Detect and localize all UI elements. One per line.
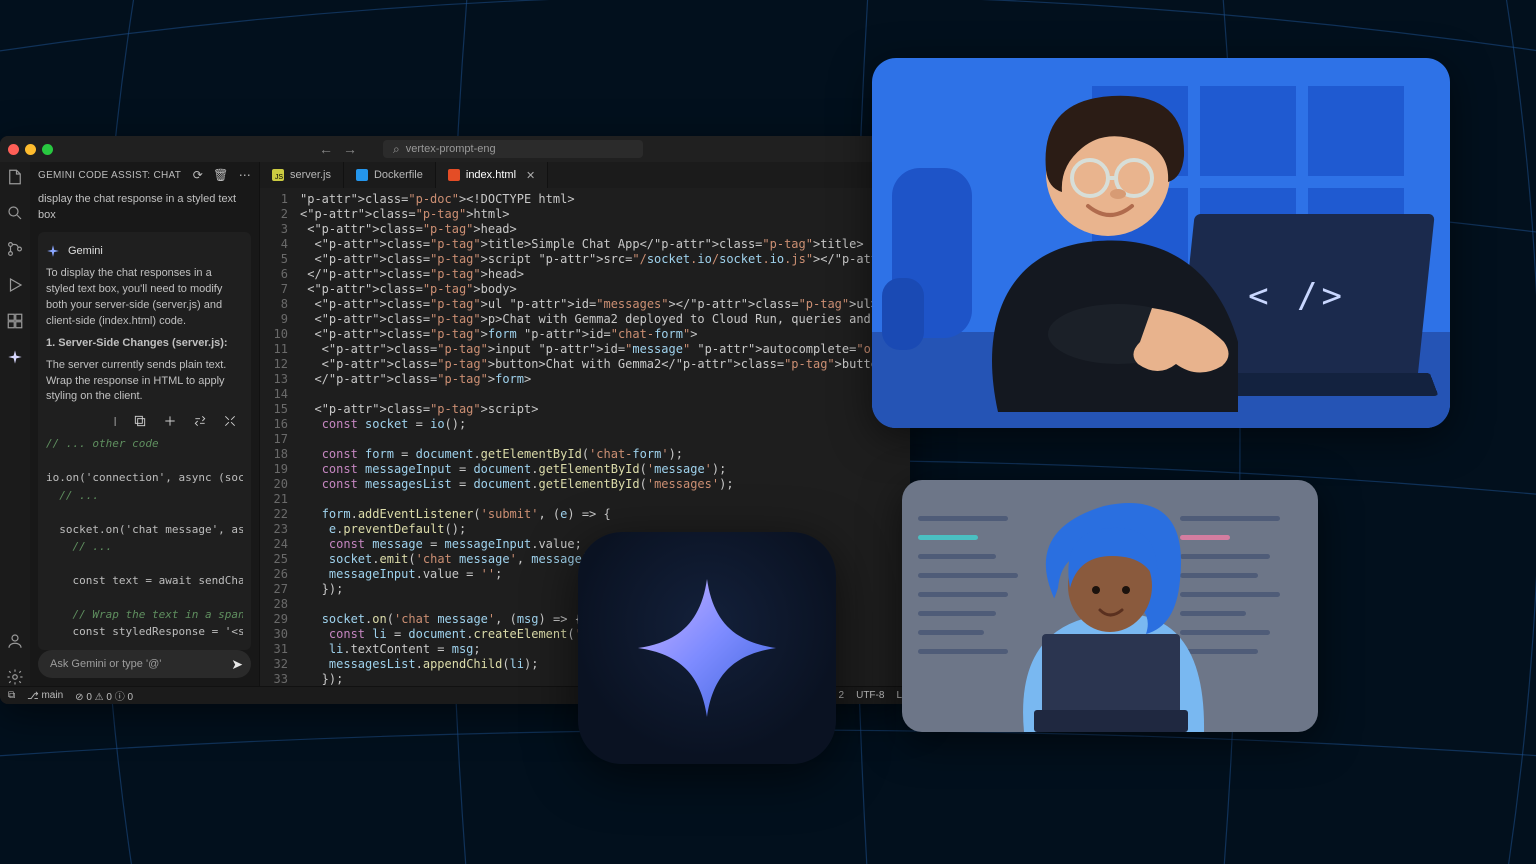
problems-indicator[interactable]: ⊘ 0 ⚠ 0 ⓘ 0 <box>75 688 133 703</box>
gemini-chat-panel: GEMINI CODE ASSIST: CHAT ⟳ 🗑 ⋯ display t… <box>30 162 260 686</box>
tab-label: index.html <box>466 169 516 181</box>
gemini-sparkle-large-icon <box>632 573 782 723</box>
activity-bar <box>0 162 30 686</box>
nav-forward-icon[interactable]: → <box>343 141 357 157</box>
tab-close-icon[interactable]: ✕ <box>526 169 535 182</box>
search-placeholder: vertex-prompt-eng <box>406 143 496 155</box>
sparkle-icon <box>46 244 60 258</box>
run-debug-icon[interactable] <box>6 276 24 294</box>
assistant-header: Gemini <box>46 244 243 258</box>
titlebar: ← → vertex-prompt-eng <box>0 136 910 162</box>
status-encoding[interactable]: UTF-8 <box>856 690 884 701</box>
gemini-app-tile <box>578 532 836 764</box>
window-close-icon[interactable] <box>8 144 19 155</box>
trash-icon[interactable]: 🗑 <box>213 168 229 182</box>
status-right-1: 2 <box>839 690 845 701</box>
tab-index-html[interactable]: index.html ✕ <box>436 162 548 188</box>
assistant-p1: To display the chat responses in a style… <box>46 266 243 330</box>
assistant-p2: The server currently sends plain text. W… <box>46 358 243 406</box>
extensions-icon[interactable] <box>6 312 24 330</box>
more-icon[interactable]: ⋯ <box>239 168 251 182</box>
gemini-sparkle-icon[interactable] <box>6 348 24 366</box>
copy-icon[interactable] <box>133 413 147 429</box>
send-icon[interactable]: ➤ <box>231 656 243 673</box>
command-search[interactable]: vertex-prompt-eng <box>383 140 643 158</box>
assistant-code-block: // ... other code io.on('connection', as… <box>46 435 243 640</box>
account-icon[interactable] <box>6 632 24 650</box>
tab-label: Dockerfile <box>374 169 423 181</box>
settings-icon[interactable] <box>6 668 24 686</box>
illustration-developer-1: < /> <box>872 58 1450 428</box>
window-zoom-icon[interactable] <box>42 144 53 155</box>
nav-arrows: ← → <box>319 141 357 157</box>
js-file-icon <box>272 169 284 181</box>
assistant-h1: 1. Server-Side Changes (server.js): <box>46 336 243 352</box>
code-toolstrip: I <box>46 411 243 429</box>
insert-icon[interactable] <box>163 413 177 429</box>
laptop2-illustration <box>1034 642 1188 732</box>
tab-label: server.js <box>290 169 331 181</box>
source-control-icon[interactable] <box>6 240 24 258</box>
search-icon[interactable] <box>6 204 24 222</box>
branch-indicator[interactable]: ⎇ main <box>27 690 63 701</box>
gutter: 1234567891011121314151617181920212223242… <box>260 188 296 686</box>
illustration-developer-2 <box>902 480 1318 732</box>
expand-icon[interactable] <box>223 413 237 429</box>
tab-server-js[interactable]: server.js <box>260 162 344 188</box>
nav-back-icon[interactable]: ← <box>319 141 333 157</box>
html-file-icon <box>448 169 460 181</box>
dk-file-icon <box>356 169 368 181</box>
panel-title: GEMINI CODE ASSIST: CHAT <box>38 170 181 181</box>
chat-input[interactable]: Ask Gemini or type '@' ➤ <box>38 650 251 678</box>
refresh-icon[interactable]: ⟳ <box>193 168 203 182</box>
editor-tabs: server.js Dockerfile index.html ✕ <box>260 162 910 188</box>
user-prompt: display the chat response in a styled te… <box>38 192 251 224</box>
chat-input-placeholder: Ask Gemini or type '@' <box>50 658 161 670</box>
person-illustration <box>968 82 1268 412</box>
tab-Dockerfile[interactable]: Dockerfile <box>344 162 436 188</box>
remote-icon[interactable]: ⧉ <box>8 690 15 701</box>
window-minimize-icon[interactable] <box>25 144 36 155</box>
diff-icon[interactable] <box>193 413 207 429</box>
assistant-name: Gemini <box>68 245 103 257</box>
files-icon[interactable] <box>6 168 24 186</box>
